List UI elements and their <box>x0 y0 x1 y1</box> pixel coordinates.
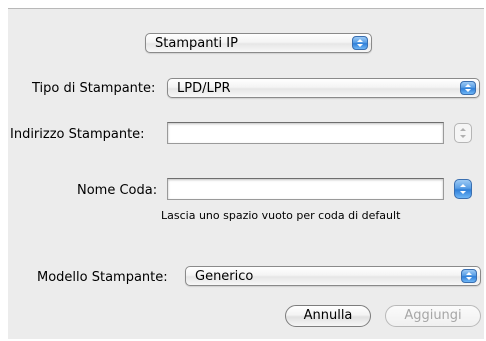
printer-address-label: Indirizzo Stampante: <box>10 127 145 142</box>
add-button[interactable]: Aggiungi <box>385 305 481 327</box>
queue-name-field[interactable] <box>167 178 444 200</box>
popup-arrows-icon <box>352 36 368 50</box>
cancel-button[interactable]: Annulla <box>285 305 371 327</box>
printer-model-value: Generico <box>195 269 254 284</box>
queue-name-hint: Lascia uno spazio vuoto per coda di defa… <box>161 209 401 222</box>
queue-history-button[interactable] <box>454 179 472 199</box>
address-history-button[interactable] <box>454 123 472 143</box>
add-printer-sheet: Stampanti IP Tipo di Stampante: LPD/LPR … <box>8 8 484 339</box>
printer-type-label: Tipo di Stampante: <box>32 81 156 96</box>
printer-type-value: LPD/LPR <box>177 81 231 96</box>
connection-type-popup[interactable]: Stampanti IP <box>145 33 372 53</box>
printer-model-label: Modello Stampante: <box>37 270 168 285</box>
connection-type-value: Stampanti IP <box>155 36 238 51</box>
printer-address-field[interactable] <box>167 122 444 144</box>
queue-name-label: Nome Coda: <box>77 183 158 198</box>
popup-arrows-icon <box>461 269 477 283</box>
printer-type-popup[interactable]: LPD/LPR <box>167 78 480 98</box>
popup-arrows-icon <box>460 81 476 95</box>
printer-model-popup[interactable]: Generico <box>185 266 481 286</box>
